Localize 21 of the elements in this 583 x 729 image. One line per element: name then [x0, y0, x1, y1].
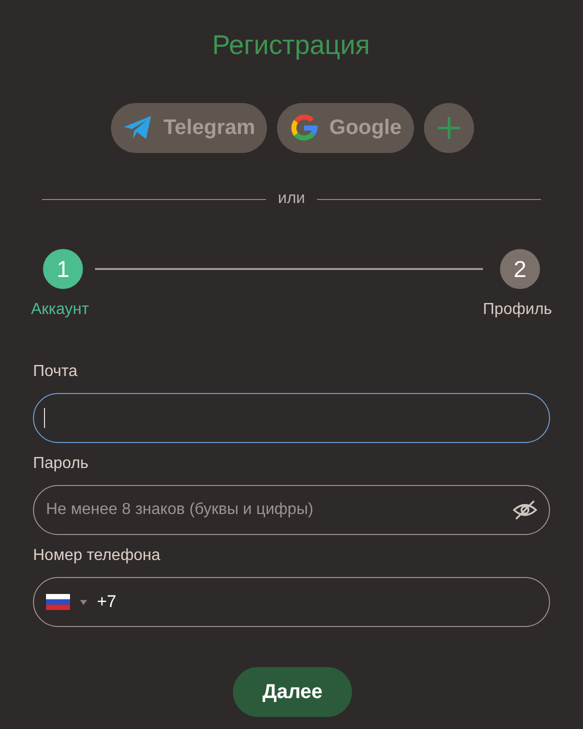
step-label: Профиль: [482, 301, 552, 319]
text-cursor: [44, 408, 45, 428]
email-field[interactable]: [33, 393, 550, 443]
step-number: 1: [43, 249, 83, 289]
step-label: Аккаунт: [31, 301, 89, 319]
google-g-icon: [289, 113, 320, 143]
page-title: Регистрация: [211, 29, 370, 62]
field-label: Номер телефона: [33, 547, 162, 565]
eye-slash-icon[interactable]: [512, 499, 538, 521]
step-number: 2: [500, 249, 540, 289]
field-label: Пароль: [33, 455, 90, 473]
field-label: Почта: [33, 363, 78, 381]
next-button[interactable]: Далее: [233, 667, 352, 717]
phone-prefix: +7: [97, 592, 116, 612]
flag-icon: [46, 594, 70, 610]
paper-plane-icon: [123, 115, 154, 141]
phone-field[interactable]: +7: [33, 577, 550, 627]
dropdown-caret-icon[interactable]: [80, 600, 87, 604]
password-field[interactable]: Не менее 8 знаков (буквы и цифры): [33, 485, 550, 535]
divider-text: или: [278, 190, 306, 208]
plus-icon: [436, 116, 461, 140]
